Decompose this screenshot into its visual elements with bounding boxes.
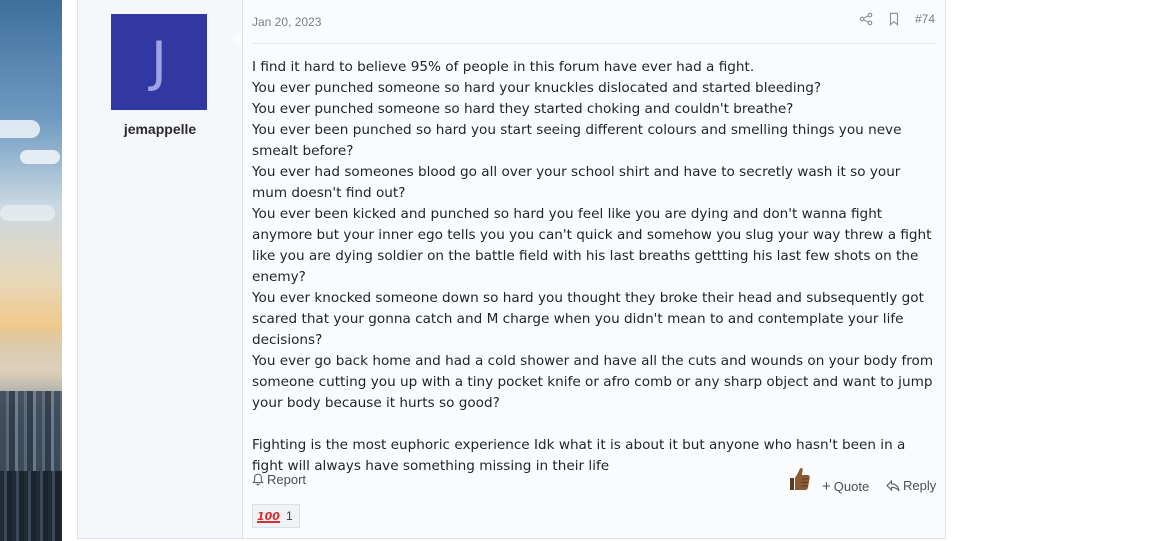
post-line: Fighting is the most euphoric experience… — [252, 437, 906, 474]
thumbs-up-icon[interactable] — [787, 466, 811, 492]
reply-label: Reply — [903, 478, 937, 493]
post-line: You ever been punched so hard you start … — [252, 122, 902, 159]
post-line: You ever knocked someone down so hard yo… — [252, 290, 924, 348]
post-line: You ever punched someone so hard they st… — [252, 101, 794, 117]
post-line: You ever had someones blood go all over … — [252, 164, 901, 201]
avatar[interactable]: J — [111, 14, 207, 110]
report-button[interactable]: Report — [252, 472, 306, 487]
post-line: You ever been kicked and punched so hard… — [252, 206, 932, 285]
post-date[interactable]: Jan 20, 2023 — [252, 15, 321, 29]
post-line: You ever go back home and had a cold sho… — [252, 353, 934, 411]
plus-icon: + — [822, 478, 831, 495]
post-header-actions: #74 — [859, 12, 935, 26]
post-body: I find it hard to believe 95% of people … — [252, 57, 937, 477]
share-icon[interactable] — [859, 12, 873, 26]
post-number-link[interactable]: #74 — [915, 12, 935, 26]
username-link[interactable]: jemappelle — [78, 121, 242, 137]
reaction-count: 1 — [285, 509, 293, 523]
background-image — [0, 0, 62, 541]
forum-post: J jemappelle Jan 20, 2023 #74 I find it … — [77, 0, 946, 539]
post-line: I find it hard to believe 95% of people … — [252, 59, 755, 75]
user-cell: J jemappelle — [78, 0, 243, 538]
bell-icon — [252, 473, 264, 486]
header-divider — [252, 43, 935, 44]
quote-button[interactable]: + Quote — [822, 478, 869, 495]
post-line: You ever punched someone so hard your kn… — [252, 80, 822, 96]
user-cell-arrow — [231, 30, 241, 48]
reply-button[interactable]: Reply — [886, 478, 936, 493]
report-label: Report — [267, 472, 307, 487]
hundred-points-icon: 100 — [257, 509, 280, 523]
reaction-summary[interactable]: 100 1 — [252, 504, 300, 528]
reply-icon — [886, 479, 900, 491]
quote-label: Quote — [833, 479, 870, 494]
bookmark-icon[interactable] — [887, 12, 901, 26]
